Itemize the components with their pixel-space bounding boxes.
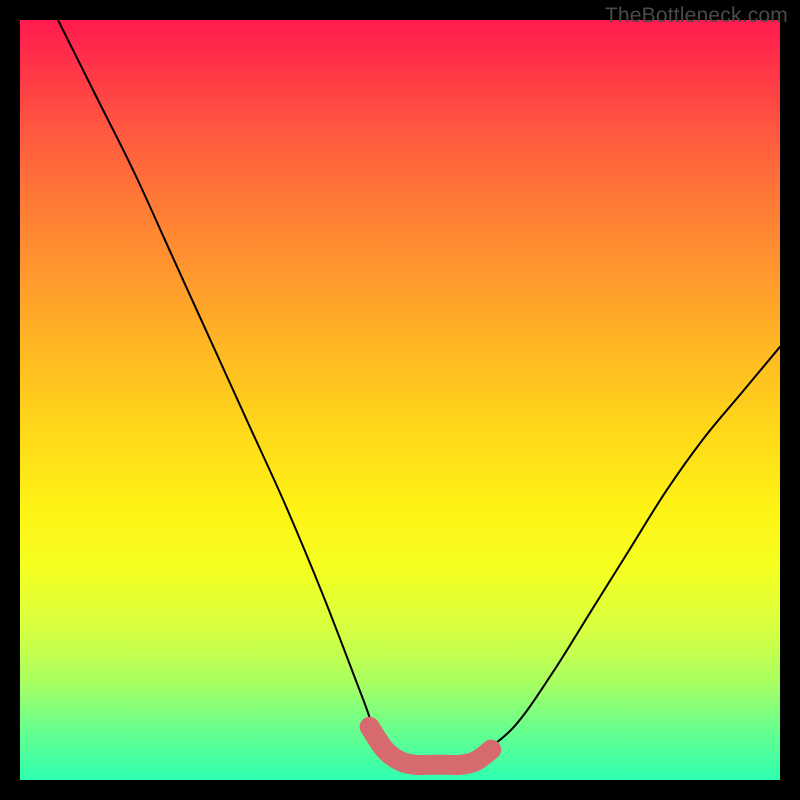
optimal-region-marker xyxy=(370,727,492,765)
watermark-text: TheBottleneck.com xyxy=(605,4,788,28)
chart-area xyxy=(20,20,780,780)
bottleneck-curve xyxy=(58,20,780,765)
chart-svg xyxy=(20,20,780,780)
